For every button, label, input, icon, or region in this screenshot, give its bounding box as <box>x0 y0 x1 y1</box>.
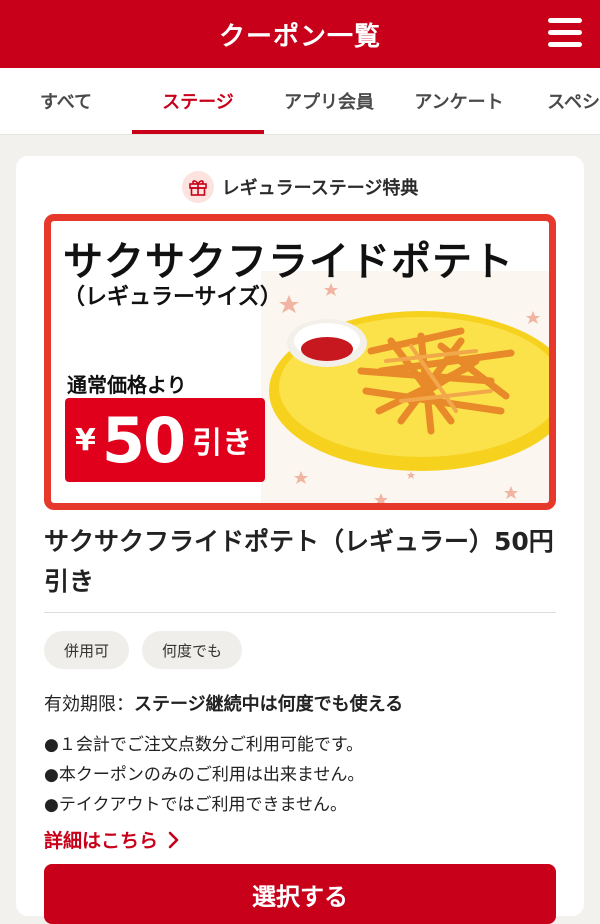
category-tabs: すべて ステージ アプリ会員 アンケート スペシ <box>0 68 600 135</box>
note-item: ●本クーポンのみのご利用は出来ません。 <box>44 765 365 785</box>
tab-survey[interactable]: アンケート <box>394 68 524 134</box>
coupon-card: レギュラーステージ特典 サクサクフライドポテト （レギュラーサイズ） 通常価格よ… <box>16 156 584 924</box>
tab-all[interactable]: すべて <box>0 68 132 134</box>
chevron-right-icon <box>168 831 179 848</box>
normal-price-label: 通常価格より <box>67 373 187 397</box>
validity-label: 有効期限： <box>44 694 134 715</box>
stage-benefit-badge: レギュラーステージ特典 <box>16 170 584 204</box>
note-item: ●テイクアウトではご利用できません。 <box>44 795 347 815</box>
tab-special[interactable]: スペシ <box>524 68 600 134</box>
discount-price-block: ¥ 50 引き <box>65 398 265 482</box>
coupon-image-subtitle: （レギュラーサイズ） <box>63 285 282 310</box>
fries-photo <box>261 271 549 503</box>
page-title: クーポン一覧 <box>218 21 381 52</box>
coupon-image: サクサクフライドポテト （レギュラーサイズ） 通常価格より ¥ 50 引き <box>44 214 556 510</box>
select-button[interactable]: 選択する <box>44 864 556 924</box>
tag-combinable: 併用可 <box>44 631 130 669</box>
details-link[interactable]: 詳細はこちら <box>44 826 180 853</box>
details-link-label: 詳細はこちら <box>44 830 159 852</box>
discount-amount: 50 <box>101 403 186 477</box>
note-item: ●１会計でご注文点数分ご利用可能です。 <box>44 735 364 755</box>
hamburger-menu-icon[interactable] <box>548 18 582 48</box>
tab-stage[interactable]: ステージ <box>132 68 264 134</box>
tab-app-member[interactable]: アプリ会員 <box>264 68 394 134</box>
validity-period: 有効期限：ステージ継続中は何度でも使える <box>44 690 403 716</box>
coupon-title: サクサクフライドポテト（レギュラー）50円引き <box>44 527 554 596</box>
validity-value: ステージ継続中は何度でも使える <box>134 694 404 715</box>
discount-suffix: 引き <box>192 426 253 461</box>
tag-unlimited-use: 何度でも <box>142 631 243 669</box>
app-header: クーポン一覧 <box>0 0 600 68</box>
gift-icon <box>181 171 214 203</box>
badge-label: レギュラーステージ特典 <box>221 178 419 199</box>
divider <box>44 612 556 613</box>
yen-symbol: ¥ <box>75 422 96 458</box>
